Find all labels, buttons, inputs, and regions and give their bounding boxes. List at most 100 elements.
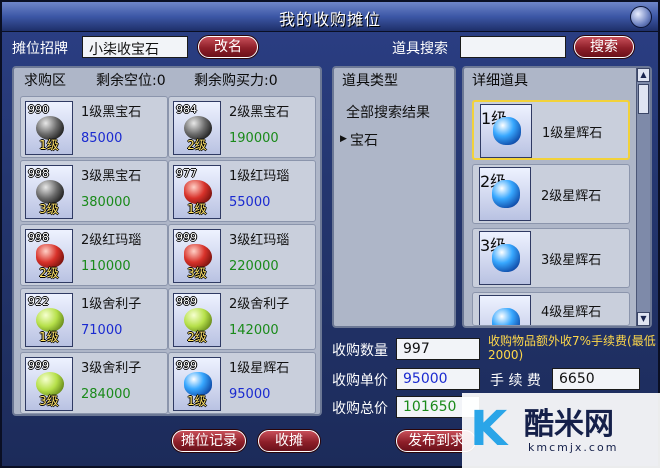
remaining-power: 剩余购买力:0 bbox=[194, 73, 278, 89]
item-search-input[interactable] bbox=[460, 36, 566, 58]
slot-price: 85000 bbox=[81, 131, 123, 146]
red-gem-icon: 998 2级 bbox=[25, 229, 73, 283]
watermark-logo-icon: K bbox=[470, 401, 508, 457]
scroll-up-icon[interactable]: ▲ bbox=[637, 68, 650, 82]
unit-price-input[interactable]: 95000 bbox=[396, 368, 480, 390]
purchase-slot[interactable]: 998 3级 3级黑宝石 380000 bbox=[20, 160, 168, 222]
slot-price: 71000 bbox=[81, 323, 123, 338]
close-stall-button[interactable]: 收摊 bbox=[258, 430, 320, 452]
slot-price: 190000 bbox=[229, 131, 279, 146]
purchase-area-panel: 求购区 剩余空位:0 剩余购买力:0 990 1级 1级黑宝石 85000 984 2级 2… bbox=[12, 66, 322, 416]
fee-label: 手 续 费 bbox=[490, 373, 541, 389]
slot-price: 55000 bbox=[229, 195, 271, 210]
total-label: 收购总价 bbox=[332, 401, 388, 417]
slot-item-name: 2级黑宝石 bbox=[229, 105, 290, 120]
slot-qty: 977 bbox=[176, 167, 197, 180]
blue-gem-icon: 999 1级 bbox=[173, 357, 221, 411]
slot-item-name: 3级黑宝石 bbox=[81, 169, 142, 184]
green-gem-icon: 989 2级 bbox=[173, 293, 221, 347]
item-search-label: 道具搜索 bbox=[392, 41, 448, 57]
purchase-slot[interactable]: 984 2级 2级黑宝石 190000 bbox=[168, 96, 316, 158]
star-stone-icon: 1级 bbox=[480, 104, 532, 158]
purchase-slot[interactable]: 990 1级 1级黑宝石 85000 bbox=[20, 96, 168, 158]
qty-input[interactable]: 997 bbox=[396, 338, 480, 360]
detail-item-3[interactable]: 3级 3级星辉石 bbox=[472, 228, 630, 288]
item-type-title: 道具类型 bbox=[342, 73, 398, 89]
purchase-area-title: 求购区 bbox=[24, 73, 66, 89]
purchase-slot[interactable]: 998 2级 2级红玛瑙 110000 bbox=[20, 224, 168, 286]
slot-level: 1级 bbox=[39, 330, 59, 344]
close-button[interactable] bbox=[630, 6, 652, 28]
black-gem-icon: 984 2级 bbox=[173, 101, 221, 155]
slot-qty: 999 bbox=[28, 359, 49, 372]
slot-item-name: 2级舍利子 bbox=[229, 297, 290, 312]
slot-qty: 998 bbox=[28, 167, 49, 180]
purchase-area-header: 求购区 剩余空位:0 剩余购买力:0 bbox=[14, 68, 320, 90]
scroll-down-icon[interactable]: ▼ bbox=[637, 312, 650, 326]
detail-item-1[interactable]: 1级 1级星辉石 bbox=[472, 100, 630, 160]
item-type-header: 道具类型 bbox=[334, 68, 454, 90]
black-gem-icon: 990 1级 bbox=[25, 101, 73, 155]
fee-notice: 收购物品额外收7%手续费(最低2000) bbox=[488, 334, 656, 362]
watermark-url: kmcmjx.com bbox=[528, 441, 619, 454]
slot-price: 284000 bbox=[81, 387, 131, 402]
scroll-thumb[interactable] bbox=[638, 84, 649, 114]
slot-item-name: 1级黑宝石 bbox=[81, 105, 142, 120]
type-item-all-results[interactable]: 全部搜索结果 bbox=[346, 102, 430, 122]
slot-item-name: 2级红玛瑙 bbox=[81, 233, 142, 248]
slot-level: 1级 bbox=[187, 394, 207, 408]
window-title: 我的收购摊位 bbox=[278, 10, 381, 29]
type-item-gem[interactable]: 宝石 bbox=[350, 130, 378, 150]
stall-record-button[interactable]: 摊位记录 bbox=[172, 430, 246, 452]
slot-price: 142000 bbox=[229, 323, 279, 338]
slot-level: 2级 bbox=[187, 138, 207, 152]
purchase-slot[interactable]: 989 2级 2级舍利子 142000 bbox=[168, 288, 316, 350]
detail-item-2[interactable]: 2级 2级星辉石 bbox=[472, 164, 630, 224]
slot-qty: 990 bbox=[28, 103, 49, 116]
slot-item-name: 1级星辉石 bbox=[229, 361, 290, 376]
purchase-slot[interactable]: 999 3级 3级舍利子 284000 bbox=[20, 352, 168, 414]
remaining-slots: 剩余空位:0 bbox=[96, 73, 166, 89]
slot-price: 220000 bbox=[229, 259, 279, 274]
detail-item-4[interactable]: 4级星辉石 bbox=[472, 292, 630, 326]
red-gem-icon: 977 1级 bbox=[173, 165, 221, 219]
slot-level: 1级 bbox=[39, 138, 59, 152]
black-gem-icon: 998 3级 bbox=[25, 165, 73, 219]
detail-item-header: 详细道具 bbox=[464, 68, 650, 90]
expand-arrow-icon: ▶ bbox=[340, 134, 347, 144]
slot-qty: 989 bbox=[176, 295, 197, 308]
unit-price-label: 收购单价 bbox=[332, 373, 388, 389]
purchase-slot[interactable]: 999 1级 1级星辉石 95000 bbox=[168, 352, 316, 414]
slot-item-name: 3级红玛瑙 bbox=[229, 233, 290, 248]
detail-scrollbar[interactable]: ▲ ▼ bbox=[636, 68, 650, 326]
fee-value: 6650 bbox=[552, 368, 640, 390]
search-button[interactable]: 搜索 bbox=[574, 36, 634, 58]
slot-qty: 999 bbox=[176, 359, 197, 372]
detail-item-title: 详细道具 bbox=[472, 73, 528, 89]
star-stone-icon: 3级 bbox=[479, 231, 531, 285]
purchase-slot[interactable]: 922 1级 1级舍利子 71000 bbox=[20, 288, 168, 350]
qty-label: 收购数量 bbox=[332, 343, 388, 359]
slot-qty: 999 bbox=[176, 231, 197, 244]
slot-level: 3级 bbox=[187, 266, 207, 280]
site-watermark: K 酷米网 kmcmjx.com bbox=[462, 393, 660, 468]
slot-price: 110000 bbox=[81, 259, 131, 274]
green-gem-icon: 999 3级 bbox=[25, 357, 73, 411]
stall-sign-label: 摊位招牌 bbox=[12, 41, 68, 57]
detail-item-panel: 详细道具 1级 1级星辉石 2级 2级星辉石 3级 3级星辉石 4级星辉石 ▲ … bbox=[462, 66, 652, 328]
purchase-slot[interactable]: 999 3级 3级红玛瑙 220000 bbox=[168, 224, 316, 286]
slot-qty: 998 bbox=[28, 231, 49, 244]
red-gem-icon: 999 3级 bbox=[173, 229, 221, 283]
star-stone-icon bbox=[479, 295, 531, 325]
slot-item-name: 3级舍利子 bbox=[81, 361, 142, 376]
rename-button[interactable]: 改名 bbox=[198, 36, 258, 58]
green-gem-icon: 922 1级 bbox=[25, 293, 73, 347]
slot-level: 3级 bbox=[39, 394, 59, 408]
slot-level: 3级 bbox=[39, 202, 59, 216]
slot-price: 95000 bbox=[229, 387, 271, 402]
watermark-text: 酷米网 bbox=[524, 407, 614, 442]
stall-name-field[interactable]: 小柒收宝石 bbox=[82, 36, 188, 58]
item-type-panel: 道具类型 全部搜索结果 ▶ 宝石 bbox=[332, 66, 456, 328]
slot-qty: 984 bbox=[176, 103, 197, 116]
purchase-slot[interactable]: 977 1级 1级红玛瑙 55000 bbox=[168, 160, 316, 222]
